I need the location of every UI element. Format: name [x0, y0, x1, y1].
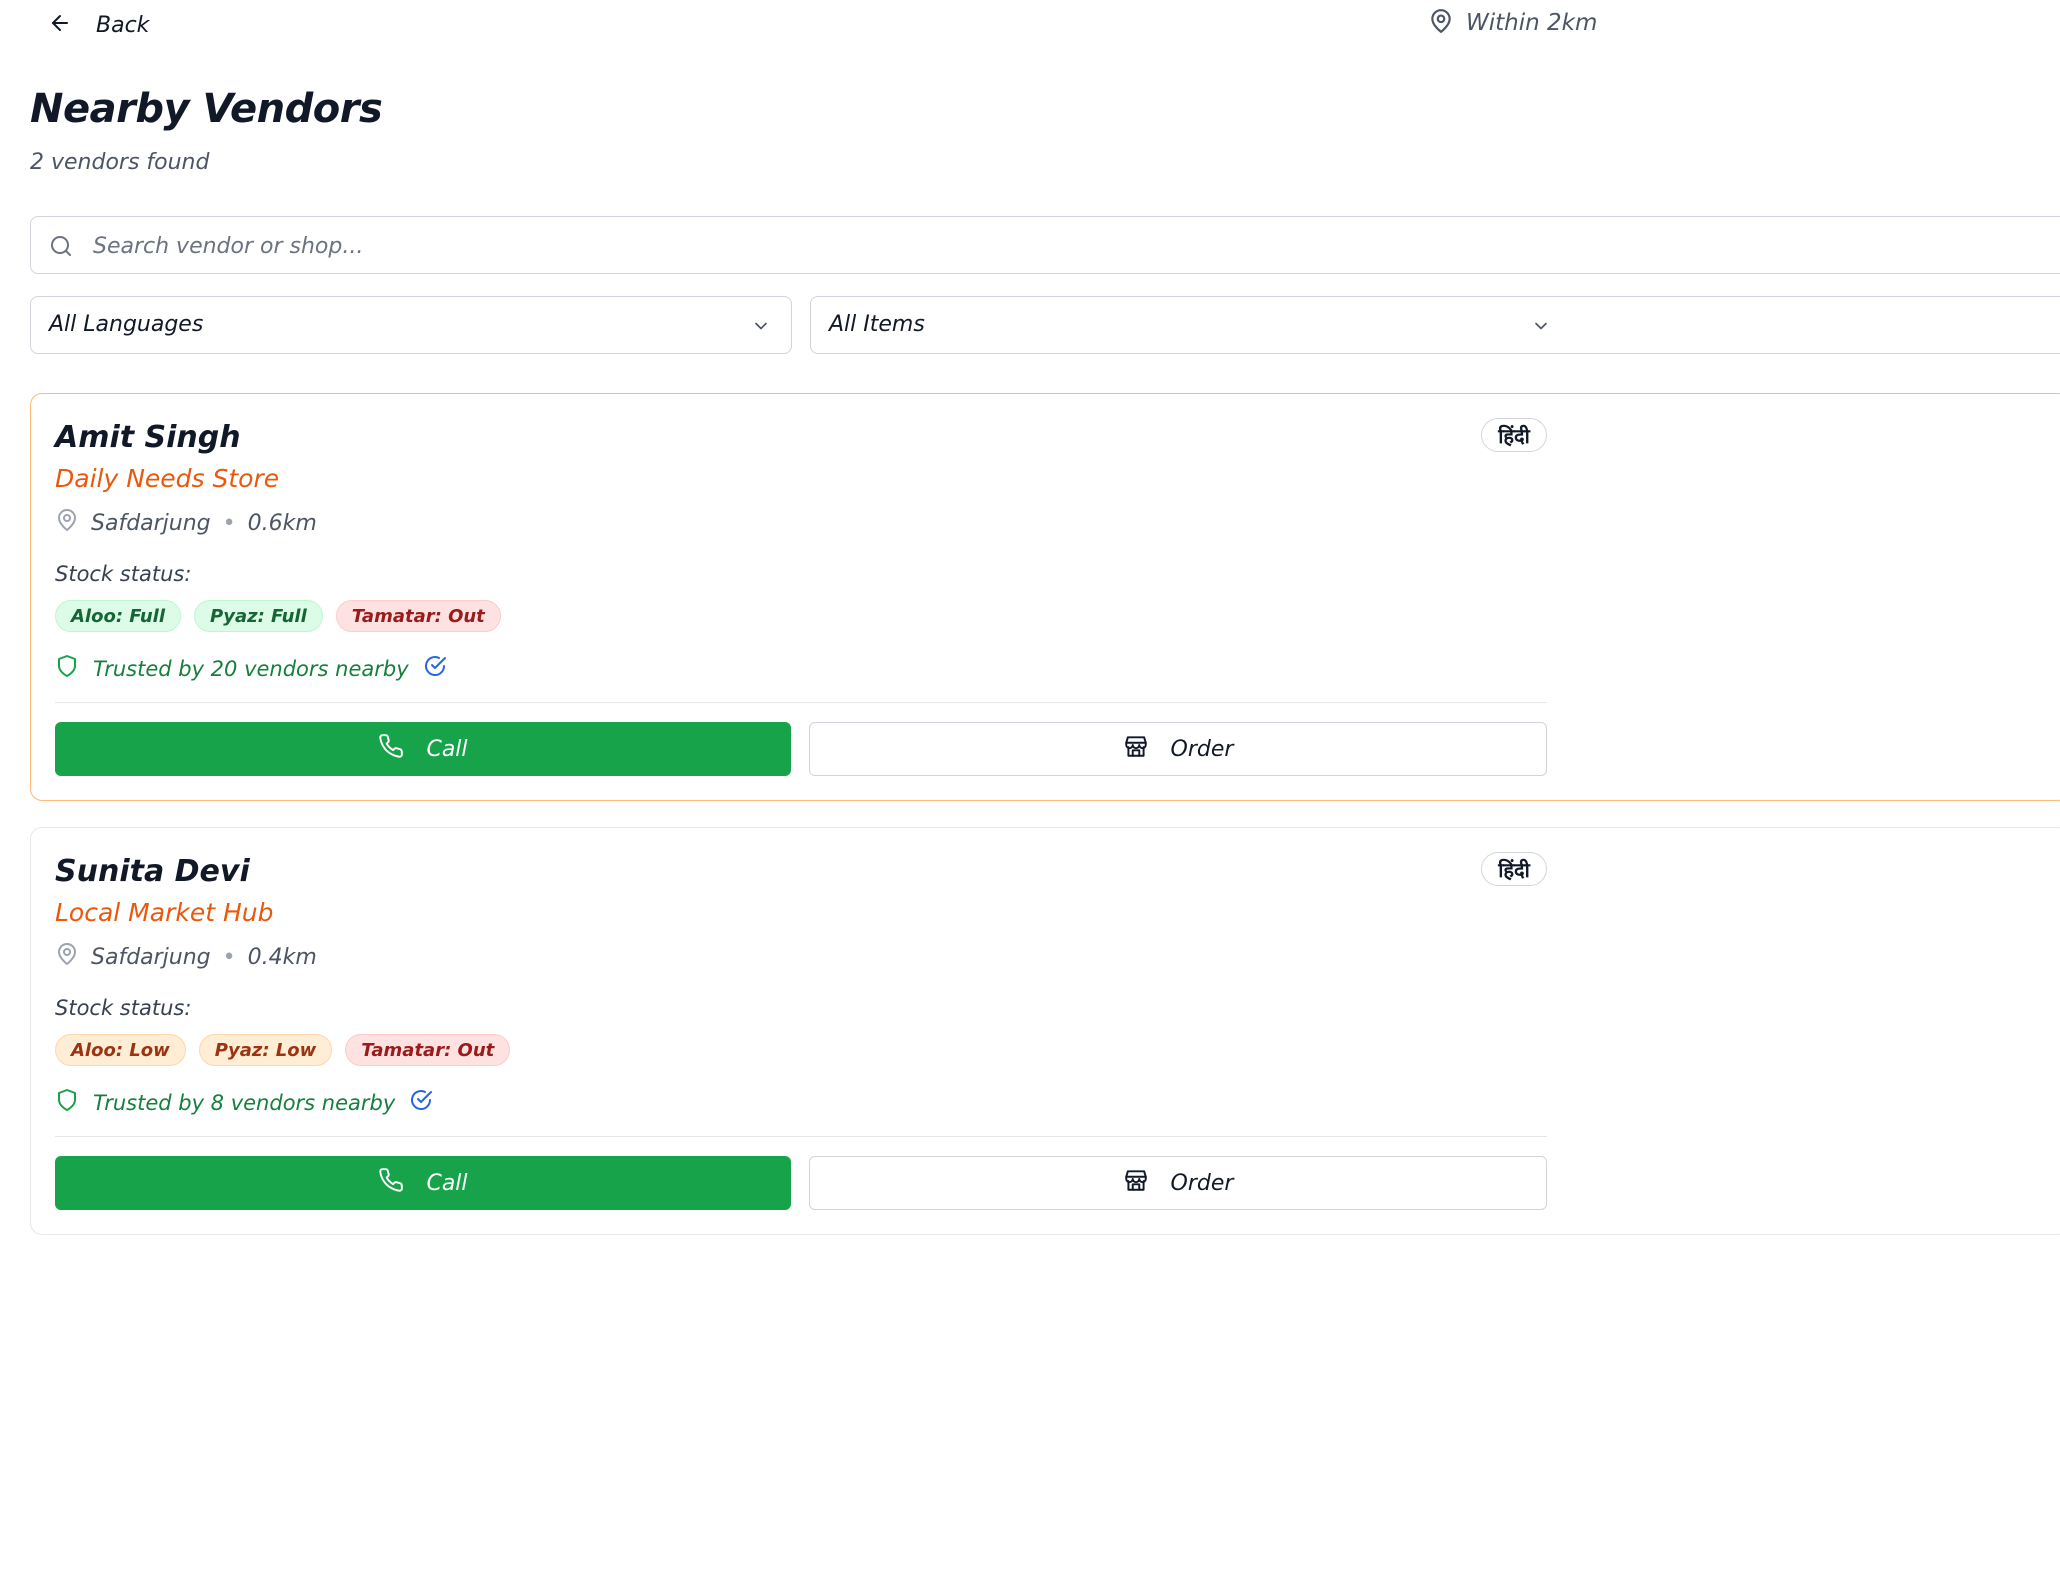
- separator-dot: •: [222, 944, 236, 970]
- stock-status-label: Stock status:: [55, 996, 192, 1020]
- map-pin-icon: [55, 508, 79, 538]
- stock-status-label: Stock status:: [55, 562, 192, 586]
- vendor-location: Safdarjung • 0.4km: [55, 942, 317, 972]
- radius-label: Within 2km: [1466, 10, 1598, 36]
- phone-icon: [378, 1167, 426, 1199]
- separator-dot: •: [222, 510, 236, 536]
- vendor-distance: 0.6km: [247, 510, 317, 536]
- stock-chips: Aloo: Full Pyaz: Full Tamatar: Out: [55, 600, 514, 632]
- back-label: Back: [96, 12, 150, 38]
- order-label: Order: [1170, 736, 1234, 762]
- trust-text: Trusted by 8 vendors nearby: [93, 1090, 396, 1115]
- card-divider: [55, 702, 1547, 703]
- trust-indicator: Trusted by 8 vendors nearby: [55, 1088, 433, 1117]
- stock-chip: Aloo: Low: [55, 1034, 186, 1066]
- vendor-shop-name: Daily Needs Store: [55, 464, 280, 493]
- stock-chip: Tamatar: Out: [345, 1034, 511, 1066]
- stock-chip: Tamatar: Out: [335, 600, 501, 632]
- shield-icon: [55, 1088, 79, 1117]
- items-filter-select[interactable]: All Items: [810, 296, 2060, 354]
- verified-check-icon: [409, 654, 447, 683]
- language-filter-value: All Languages: [49, 312, 204, 337]
- vendor-card: Sunita Devi Local Market Hub Safdarjung …: [30, 827, 2060, 1235]
- trust-indicator: Trusted by 20 vendors nearby: [55, 654, 447, 683]
- vendor-distance: 0.4km: [247, 944, 317, 970]
- language-filter-select[interactable]: All Languages: [30, 296, 792, 354]
- map-pin-icon: [1428, 8, 1454, 38]
- language-badge: हिंदी: [1481, 852, 1547, 886]
- call-button[interactable]: Call: [55, 722, 791, 776]
- stock-chips: Aloo: Low Pyaz: Low Tamatar: Out: [55, 1034, 523, 1066]
- phone-icon: [378, 733, 426, 765]
- order-label: Order: [1170, 1170, 1234, 1196]
- vendor-area: Safdarjung: [91, 944, 211, 970]
- call-button[interactable]: Call: [55, 1156, 791, 1210]
- card-divider: [55, 1136, 1547, 1137]
- top-bar: Back Within 2km: [0, 0, 2060, 60]
- language-badge: हिंदी: [1481, 418, 1547, 452]
- vendor-count: 2 vendors found: [30, 150, 210, 175]
- trust-text: Trusted by 20 vendors nearby: [93, 656, 409, 681]
- call-label: Call: [426, 1170, 468, 1196]
- stock-chip: Aloo: Full: [55, 600, 182, 632]
- search-input[interactable]: [91, 225, 1995, 267]
- vendor-name: Sunita Devi: [55, 854, 250, 889]
- page-title: Nearby Vendors: [30, 86, 383, 132]
- shield-icon: [55, 654, 79, 683]
- vendor-shop-name: Local Market Hub: [55, 898, 274, 927]
- order-button[interactable]: Order: [809, 722, 1547, 776]
- back-button[interactable]: Back: [48, 10, 149, 40]
- arrow-left-icon: [48, 11, 72, 39]
- map-pin-icon: [55, 942, 79, 972]
- vendor-name: Amit Singh: [55, 420, 241, 455]
- search-bar: [30, 216, 2060, 274]
- items-filter-value: All Items: [829, 312, 925, 337]
- store-icon: [1123, 733, 1171, 765]
- verified-check-icon: [395, 1088, 433, 1117]
- vendor-location: Safdarjung • 0.6km: [55, 508, 317, 538]
- vendor-area: Safdarjung: [91, 510, 211, 536]
- order-button[interactable]: Order: [809, 1156, 1547, 1210]
- distance-radius[interactable]: Within 2km: [1428, 8, 1597, 38]
- call-label: Call: [426, 736, 468, 762]
- stock-chip: Pyaz: Low: [198, 1034, 333, 1066]
- vendor-card: Amit Singh Daily Needs Store Safdarjung …: [30, 393, 2060, 801]
- store-icon: [1123, 1167, 1171, 1199]
- stock-chip: Pyaz: Full: [194, 600, 323, 632]
